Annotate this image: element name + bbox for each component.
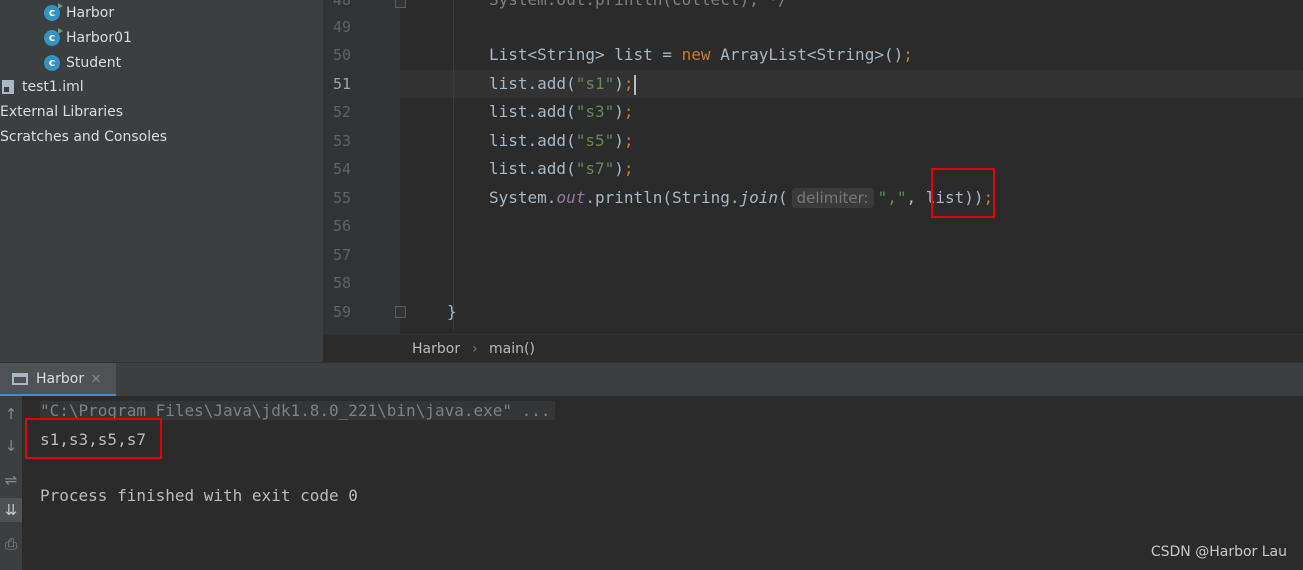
line-number: 56 [332, 217, 351, 235]
tree-item-harbor01[interactable]: c Harbor01 [44, 27, 132, 49]
fold-marker-icon[interactable] [395, 306, 406, 318]
breadcrumb-item-method[interactable]: main() [489, 335, 535, 363]
tree-item-harbor[interactable]: c Harbor [44, 2, 114, 24]
run-toolbar: ↑ ↓ ⇌ ⇊ ⎙ [0, 396, 22, 570]
code-line-55: System.out.println(String.join(delimiter… [489, 188, 994, 208]
java-class-runnable-icon: c [44, 3, 63, 21]
line-number: 55 [332, 189, 351, 207]
tree-item-scratches-and-consoles[interactable]: Scratches and Consoles [0, 126, 167, 148]
line-number: 58 [332, 274, 351, 292]
line-number: 48 [332, 0, 351, 9]
java-class-icon: c [44, 55, 60, 71]
parameter-hint: delimiter: [791, 188, 874, 208]
line-number: 53 [332, 132, 351, 150]
tree-item-test1-iml[interactable]: test1.iml [2, 76, 84, 98]
scroll-up-icon[interactable]: ↑ [0, 402, 22, 426]
indent-guide [453, 0, 454, 330]
tree-item-label: Harbor01 [66, 30, 132, 46]
code-line-53: list.add("s5"); [489, 131, 634, 150]
line-number: 50 [332, 46, 351, 64]
code-line-48: System.out.println(collect); */ [489, 0, 788, 14]
code-editor[interactable]: 48 49 50 51 52 53 54 55 56 57 58 59 Syst… [323, 0, 1303, 334]
code-line-54: list.add("s7"); [489, 159, 634, 178]
code-line-52: list.add("s3"); [489, 102, 634, 121]
breadcrumb-item-class[interactable]: Harbor [412, 335, 460, 363]
line-number-gutter[interactable]: 48 49 50 51 52 53 54 55 56 57 58 59 [323, 0, 400, 334]
tree-item-external-libraries[interactable]: External Libraries [0, 101, 123, 123]
line-number: 49 [332, 18, 351, 36]
scroll-down-icon[interactable]: ↓ [0, 434, 22, 458]
breadcrumb-separator: › [472, 341, 478, 357]
line-number: 57 [332, 246, 351, 264]
code-line-59: } [447, 302, 457, 321]
print-icon[interactable]: ⎙ [0, 532, 22, 556]
line-number: 52 [332, 103, 351, 121]
highlight-box-join-args [931, 168, 995, 218]
line-number-current: 51 [332, 75, 351, 93]
tree-item-student[interactable]: c Student [44, 52, 121, 74]
run-tool-window-header: Harbor × [0, 362, 1303, 397]
fold-marker-icon[interactable] [395, 0, 406, 8]
console-exit-line: Process finished with exit code 0 [40, 486, 358, 505]
code-line-50: List<String> list = new ArrayList<String… [489, 45, 913, 64]
tree-item-label: Student [66, 55, 122, 71]
run-tab-harbor[interactable]: Harbor × [0, 363, 116, 397]
soft-wrap-icon[interactable]: ⇌ [0, 468, 22, 492]
console-window-icon [12, 372, 28, 385]
line-number: 59 [332, 303, 351, 321]
run-tab-label: Harbor [36, 370, 85, 387]
tree-item-label: test1.iml [22, 79, 84, 95]
tree-item-label: Harbor [66, 5, 115, 21]
project-tree: c Harbor c Harbor01 c Student test1.iml … [0, 0, 323, 362]
line-number: 54 [332, 160, 351, 178]
breadcrumb: Harbor › main() [323, 334, 1303, 363]
tree-item-label: External Libraries [0, 104, 123, 120]
run-console[interactable]: ↑ ↓ ⇌ ⇊ ⎙ "C:\Program Files\Java\jdk1.8.… [0, 396, 1303, 570]
watermark: CSDN @Harbor Lau [1150, 544, 1287, 560]
iml-file-icon [2, 80, 14, 94]
code-line-51: list.add("s1"); [489, 74, 636, 95]
text-caret [633, 74, 636, 95]
highlight-box-output [25, 418, 162, 459]
tree-item-label: Scratches and Consoles [0, 129, 167, 145]
scroll-to-end-icon[interactable]: ⇊ [0, 498, 22, 522]
java-class-runnable-icon: c [44, 28, 63, 46]
close-icon[interactable]: × [90, 371, 102, 387]
